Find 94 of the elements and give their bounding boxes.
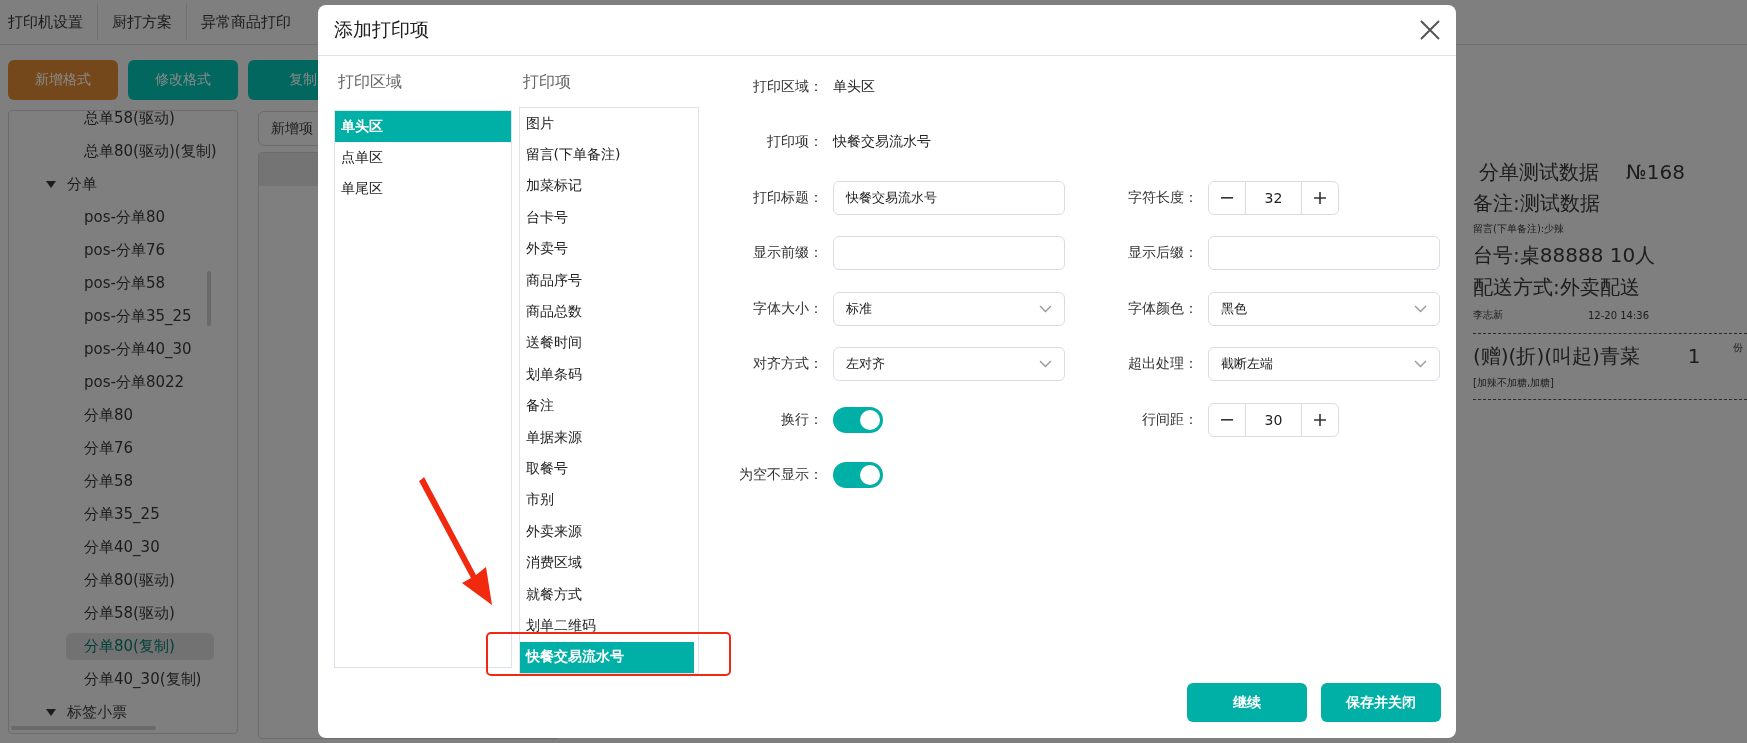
tree-item[interactable]: 分单80(复制): [66, 633, 214, 660]
field-label: 行间距：: [1141, 410, 1198, 429]
tree-item[interactable]: pos-分单40_30: [66, 336, 210, 363]
field-label: 超出处理：: [1127, 355, 1198, 374]
select-field[interactable]: 黑色: [1208, 291, 1440, 326]
print-item[interactable]: 划单二维码: [519, 610, 698, 642]
dialog-button[interactable]: 继续: [1187, 683, 1307, 722]
receipt-line: 配送方式:外卖配送: [1473, 273, 1641, 301]
chevron-down-icon: [1414, 304, 1427, 313]
receipt-note: 留言(下单备注):少辣: [1473, 222, 1566, 236]
minus-icon: [1221, 196, 1233, 199]
print-item[interactable]: 就餐方式: [519, 578, 698, 611]
print-item[interactable]: 图片: [519, 108, 698, 140]
select-field[interactable]: 左对齐: [833, 347, 1065, 382]
receipt-unit: 份: [1733, 341, 1743, 355]
plus-icon: [1314, 413, 1326, 426]
tree-item[interactable]: 总单58(驱动): [66, 111, 193, 132]
receipt-time: 12-20 14:36: [1588, 309, 1650, 321]
caret-icon[interactable]: [46, 181, 56, 188]
field-label: 字体颜色：: [1127, 299, 1198, 318]
tree-item[interactable]: 分单58(驱动): [66, 600, 193, 627]
field-label: 显示后缀：: [1127, 244, 1198, 263]
area-item[interactable]: 单头区: [335, 111, 511, 143]
field-label: 换行：: [780, 410, 823, 429]
print-item[interactable]: 送餐时间: [519, 327, 698, 360]
tree-item[interactable]: 标签小票: [67, 703, 127, 722]
minus-icon: [1221, 418, 1233, 421]
tree-item[interactable]: pos-分单35_25: [66, 303, 210, 330]
tree-item[interactable]: pos-分单80: [66, 204, 183, 231]
receipt-note: [加辣不加糖,加糖]: [1473, 376, 1555, 390]
dialog-button[interactable]: 保存并关闭: [1321, 683, 1441, 722]
tree-item[interactable]: 分单: [67, 175, 97, 194]
select-field[interactable]: 标准: [833, 291, 1065, 326]
receipt-item-name: (赠)(折)(叫起)青菜: [1473, 342, 1640, 370]
caret-icon[interactable]: [46, 709, 56, 716]
field-label: 打印项：: [766, 133, 823, 152]
top-tab[interactable]: 异常商品打印: [201, 12, 291, 32]
toggle-switch[interactable]: [833, 406, 883, 433]
print-item[interactable]: 单据来源: [519, 421, 698, 454]
receipt-line: 备注:测试数据: [1473, 189, 1601, 217]
plus-icon: [1314, 191, 1326, 204]
tree-item[interactable]: 分单40_30(复制): [66, 666, 220, 693]
field-label: 字体大小：: [752, 299, 823, 318]
toggle-switch[interactable]: [833, 462, 883, 489]
field-value: 快餐交易流水号: [833, 133, 931, 152]
field-label: 打印标题：: [752, 188, 823, 207]
tree-item[interactable]: pos-分单8022: [66, 369, 203, 396]
top-tab[interactable]: 打印机设置: [8, 12, 83, 32]
receipt-quantity: 1: [1687, 344, 1701, 368]
tree-item[interactable]: 分单35_25: [66, 501, 178, 528]
area-item[interactable]: 单尾区: [335, 173, 511, 206]
chevron-down-icon: [1414, 360, 1427, 369]
print-item[interactable]: 台卡号: [519, 202, 698, 234]
select-field[interactable]: 截断左端: [1208, 347, 1440, 382]
field-value: 单头区: [833, 77, 875, 96]
tree-item[interactable]: pos-分单58: [66, 270, 183, 297]
column-heading: 打印项: [521, 72, 572, 93]
tree-item[interactable]: 总单80(驱动)(复制): [66, 138, 235, 165]
print-item[interactable]: 留言(下单备注): [519, 139, 698, 171]
tree-item[interactable]: 分单58: [66, 468, 152, 495]
input-field[interactable]: [1208, 236, 1440, 271]
receipt-number: №168: [1626, 160, 1685, 184]
field-label: 字符长度：: [1127, 188, 1198, 207]
print-item[interactable]: 加菜标记: [519, 170, 698, 203]
chevron-down-icon: [1039, 360, 1052, 369]
input-field[interactable]: 快餐交易流水号: [833, 180, 1065, 215]
tree-item[interactable]: 分单40_30: [66, 534, 178, 561]
field-label: 对齐方式：: [752, 355, 823, 374]
field-label: 打印区域：: [752, 77, 823, 96]
field-label: 为空不显示：: [738, 466, 823, 485]
dialog-title: 添加打印项: [334, 17, 429, 42]
print-item[interactable]: 取餐号: [519, 453, 698, 485]
top-tab[interactable]: 厨打方案: [112, 12, 172, 32]
input-field[interactable]: [833, 236, 1065, 271]
print-item[interactable]: 外卖号: [519, 233, 698, 265]
toolbar-button[interactable]: 新增格式: [8, 60, 118, 100]
print-item[interactable]: 快餐交易流水号: [519, 641, 694, 674]
close-icon[interactable]: [1419, 19, 1441, 41]
print-item[interactable]: 消费区域: [519, 547, 698, 579]
print-item[interactable]: 商品总数: [519, 296, 698, 328]
receipt-line: 台号:桌88888 10人: [1473, 241, 1657, 269]
receipt-staff: 李志新: [1473, 308, 1503, 322]
print-item[interactable]: 划单条码: [519, 359, 698, 391]
receipt-title: 分单测试数据: [1479, 158, 1599, 186]
field-label: 显示前缀：: [752, 244, 823, 263]
print-item[interactable]: 商品序号: [519, 264, 698, 297]
tree-item[interactable]: 分单80(驱动): [66, 567, 193, 594]
tree-item[interactable]: 分单80: [66, 402, 152, 429]
tree-item[interactable]: 分单76: [66, 435, 152, 462]
print-item[interactable]: 备注: [519, 390, 698, 422]
chevron-down-icon: [1039, 304, 1052, 313]
print-item[interactable]: 市别: [519, 484, 698, 517]
tree-item[interactable]: pos-分单76: [66, 237, 183, 264]
print-item[interactable]: 外卖来源: [519, 516, 698, 548]
